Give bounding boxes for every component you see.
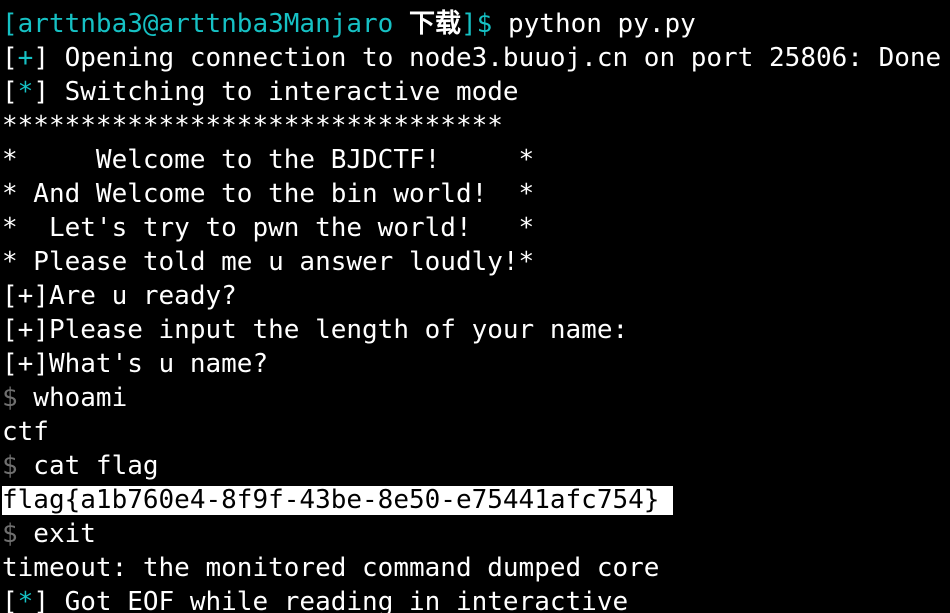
log-line-opening: [+] Opening connection to node3.buuoj.cn… [2,41,950,75]
banner-line: * Let's try to pwn the world! * [2,213,535,243]
shell-prompt-line: [arttnba3@arttnba3Manjaro 下载]$ python py… [2,7,950,41]
prompt-user-host: arttnba3@arttnba3Manjaro [17,9,394,39]
program-output-line: [+]Please input the length of your name: [2,315,629,345]
prompt-directory: 下载 [409,9,462,39]
program-output-line: [+]What's u name? [2,349,269,379]
banner-line: * And Welcome to the bin world! * [2,179,535,209]
prompt-open-bracket: [ [2,9,18,39]
log-bracket-close: ] [33,77,49,107]
log-bracket-close: ] [33,587,49,613]
terminal-output: [arttnba3@arttnba3Manjaro 下载]$ python py… [2,7,950,613]
log-mark-plus: + [17,43,34,73]
banner-line: * Welcome to the BJDCTF! * [2,145,535,175]
timeout-message-line: timeout: the monitored command dumped co… [2,553,660,583]
log-text-switching: Switching to interactive mode [48,77,519,107]
log-text-eof: Got EOF while reading in interactive [48,587,629,613]
prompt-command: python py.py [507,9,696,39]
banner-line: ******************************** [2,111,503,141]
log-bracket-close: ] [33,43,49,73]
flag-output-line: flag{a1b760e4-8f9f-43be-8e50-e75441afc75… [2,483,950,517]
log-line-eof: [*] Got EOF while reading in interactive [2,585,950,613]
command-output-line: ctf [2,417,49,447]
interactive-dollar-sign: $ [2,451,18,481]
interactive-command: cat flag [17,451,159,481]
log-text-opening: Opening connection to node3.buuoj.cn on … [48,43,942,73]
interactive-command: exit [17,519,96,549]
log-mark-star: * [17,587,34,613]
interactive-command-line: $ exit [2,517,950,551]
interactive-dollar-sign: $ [2,383,18,413]
terminal-window[interactable]: [arttnba3@arttnba3Manjaro 下载]$ python py… [0,0,950,613]
interactive-dollar-sign: $ [2,519,18,549]
interactive-command-line: $ whoami [2,381,950,415]
banner-line: * Please told me u answer loudly!* [2,247,535,277]
interactive-command: whoami [17,383,128,413]
program-output-line: [+]Are u ready? [2,281,237,311]
flag-selection-highlight[interactable]: flag{a1b760e4-8f9f-43be-8e50-e75441afc75… [2,486,674,515]
log-mark-star: * [17,77,34,107]
log-bracket-open: [ [2,77,18,107]
log-bracket-open: [ [2,587,18,613]
interactive-command-line: $ cat flag [2,449,950,483]
log-line-switching: [*] Switching to interactive mode [2,75,950,109]
prompt-close-bracket: ]$ [461,9,493,39]
log-bracket-open: [ [2,43,18,73]
